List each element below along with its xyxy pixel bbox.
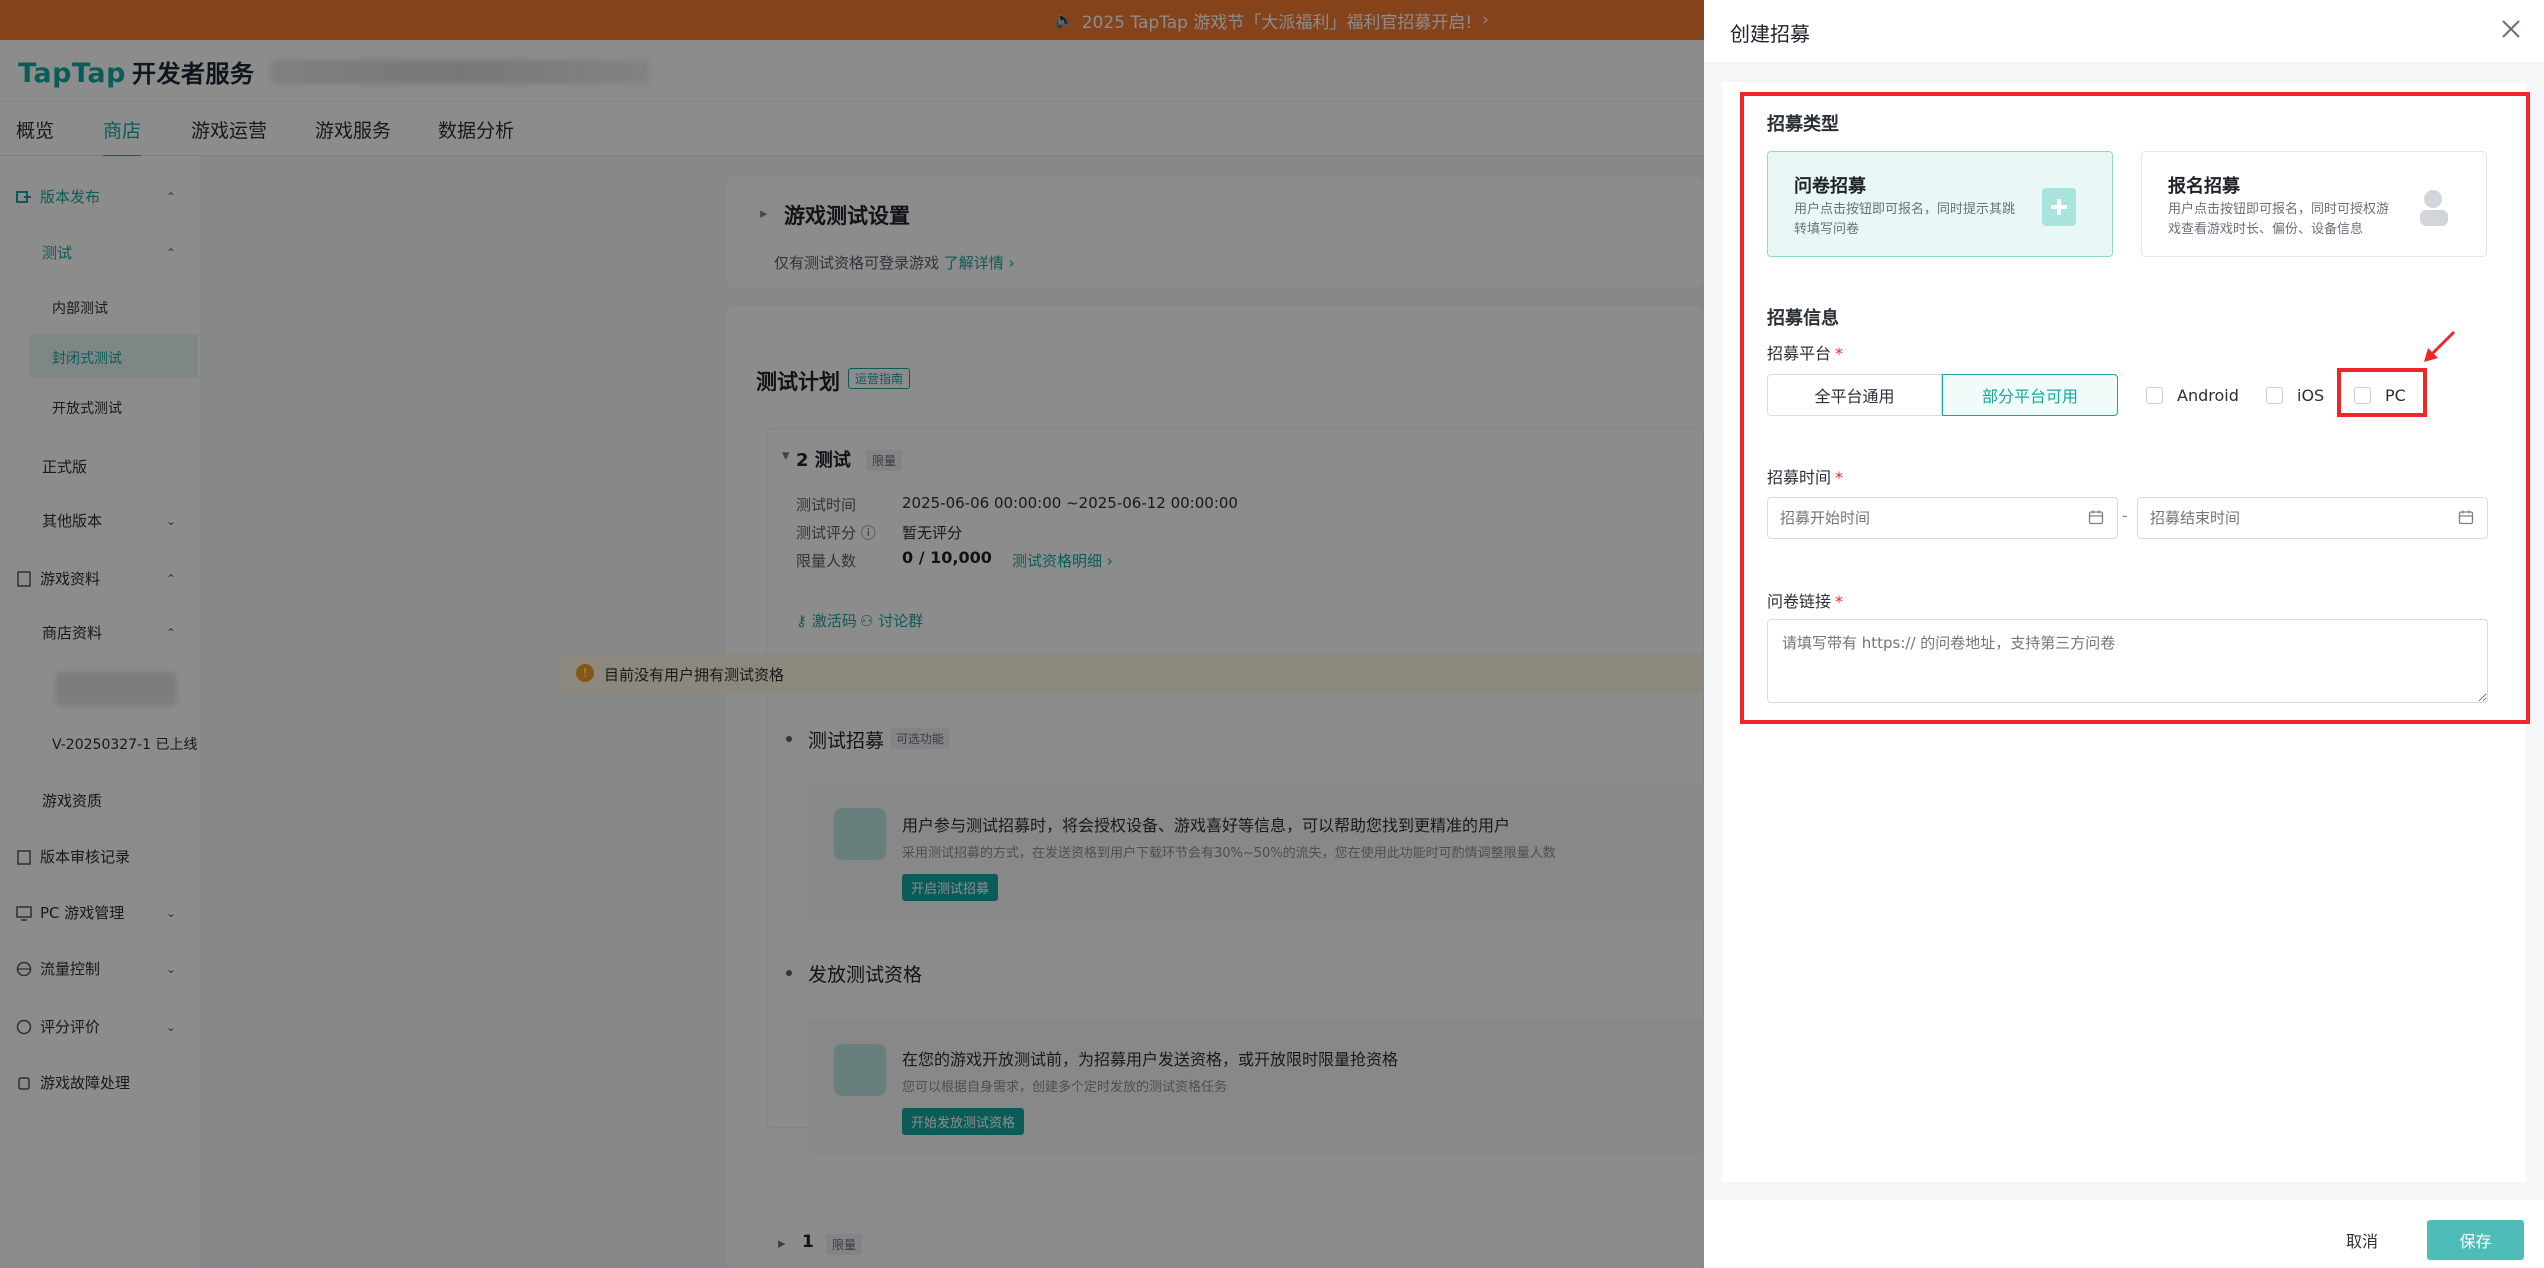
modal-overlay[interactable] [0,0,1704,1268]
highlight-box-pc [2337,368,2427,417]
cancel-button[interactable]: 取消 [2346,1228,2378,1252]
drawer-title: 创建招募 [1730,22,1810,46]
drawer-footer [1704,1200,2544,1268]
save-button[interactable]: 保存 [2427,1220,2524,1260]
drawer-header: 创建招募 [1704,0,2544,62]
arrow-pointer-icon [2424,330,2456,362]
close-icon[interactable] [2498,16,2524,42]
